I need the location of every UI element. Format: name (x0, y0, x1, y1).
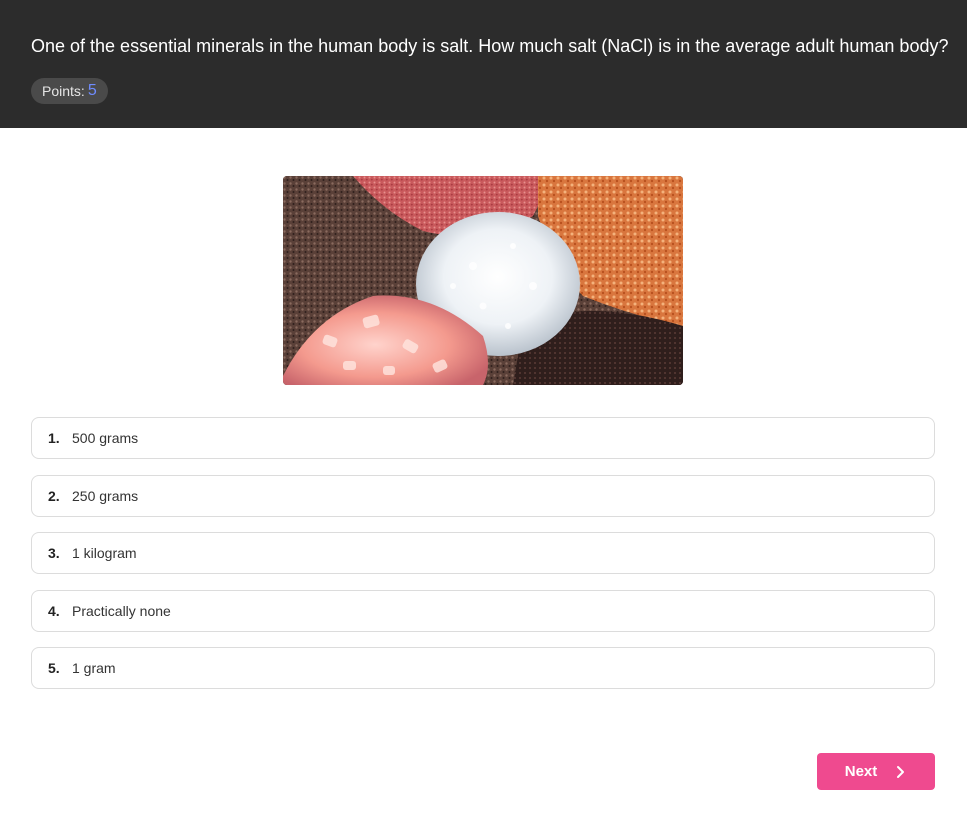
question-image (283, 176, 683, 385)
option-label: Practically none (72, 602, 171, 619)
option-label: 1 gram (72, 660, 116, 676)
points-label: Points: (42, 83, 85, 99)
answer-option-1[interactable]: 1. 500 grams (31, 417, 935, 459)
answer-options: 1. 500 grams 2. 250 grams 3. 1 kilogram … (31, 417, 935, 705)
answer-option-3[interactable]: 3. 1 kilogram (31, 532, 935, 574)
points-value: 5 (87, 82, 97, 99)
option-label: 250 grams (72, 487, 139, 504)
answer-option-4[interactable]: 4. Practically none (31, 589, 935, 632)
option-number: 4. (48, 602, 60, 619)
option-number: 2. (48, 487, 60, 504)
next-button-label: Next (844, 763, 878, 780)
question-text: One of the essential minerals in the hum… (31, 36, 949, 56)
option-number: 5. (48, 660, 60, 676)
points-badge: Points: 5 (31, 78, 108, 104)
answer-option-2[interactable]: 2. 250 grams (31, 474, 935, 517)
answer-option-5[interactable]: 5. 1 gram (31, 647, 935, 689)
option-number: 1. (48, 430, 60, 446)
option-label: 1 kilogram (72, 545, 137, 561)
question-header: One of the essential minerals in the hum… (0, 0, 967, 128)
next-button[interactable]: Next (817, 753, 935, 790)
chevron-right-icon (895, 765, 907, 779)
option-number: 3. (48, 545, 60, 561)
option-label: 500 grams (72, 430, 139, 446)
